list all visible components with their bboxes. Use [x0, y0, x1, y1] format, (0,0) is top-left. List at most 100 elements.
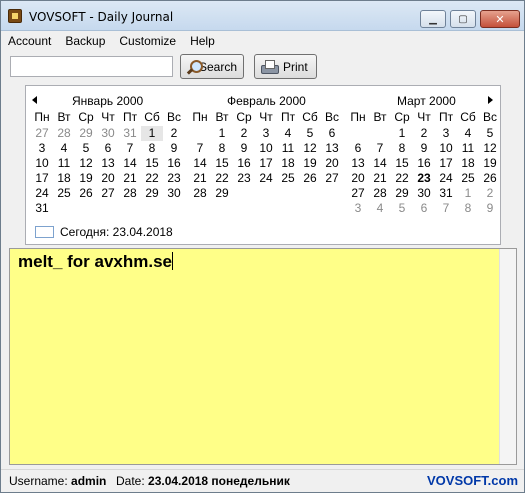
menu-help[interactable]: Help [183, 32, 222, 51]
calendar-day[interactable]: 4 [53, 141, 75, 156]
calendar-day[interactable]: 3 [347, 201, 369, 216]
calendar-day[interactable]: 24 [435, 171, 457, 186]
calendar-day[interactable]: 16 [233, 156, 255, 171]
calendar-day[interactable]: 13 [97, 156, 119, 171]
calendar-day[interactable]: 11 [457, 141, 479, 156]
calendar-day[interactable]: 31 [435, 186, 457, 201]
calendar-day[interactable]: 29 [141, 186, 163, 201]
calendar-day[interactable]: 6 [413, 201, 435, 216]
calendar-day[interactable]: 6 [321, 126, 343, 141]
menu-account[interactable]: Account [1, 32, 58, 51]
calendar-day[interactable]: 17 [31, 171, 53, 186]
calendar-day[interactable]: 7 [119, 141, 141, 156]
calendar-day[interactable]: 8 [211, 141, 233, 156]
calendar-day[interactable]: 28 [369, 186, 391, 201]
calendar-day[interactable]: 6 [97, 141, 119, 156]
calendar-day[interactable]: 14 [369, 156, 391, 171]
calendar-day[interactable]: 27 [31, 126, 53, 141]
calendar-day[interactable]: 1 [457, 186, 479, 201]
calendar-day[interactable]: 20 [97, 171, 119, 186]
calendar-day[interactable]: 16 [163, 156, 185, 171]
calendar-day[interactable]: 23 [413, 171, 435, 186]
calendar-day[interactable]: 29 [391, 186, 413, 201]
vertical-scrollbar[interactable] [499, 249, 516, 464]
calendar-day[interactable]: 4 [457, 126, 479, 141]
calendar-day[interactable]: 26 [299, 171, 321, 186]
calendar-day[interactable]: 17 [435, 156, 457, 171]
calendar-day[interactable]: 6 [347, 141, 369, 156]
menu-customize[interactable]: Customize [112, 32, 183, 51]
calendar-day[interactable]: 1 [211, 126, 233, 141]
calendar-day[interactable]: 1 [141, 126, 163, 141]
calendar-day[interactable]: 12 [75, 156, 97, 171]
close-button[interactable]: ✕ [480, 10, 520, 28]
calendar-day[interactable]: 11 [53, 156, 75, 171]
calendar-day[interactable]: 29 [75, 126, 97, 141]
calendar-day[interactable]: 2 [233, 126, 255, 141]
calendar-day[interactable]: 25 [53, 186, 75, 201]
calendar-day[interactable]: 9 [479, 201, 501, 216]
calendar-day[interactable]: 10 [435, 141, 457, 156]
calendar-day[interactable]: 24 [31, 186, 53, 201]
month-title[interactable]: Январь 2000 [72, 94, 143, 108]
calendar-day[interactable]: 18 [53, 171, 75, 186]
calendar-day[interactable]: 28 [189, 186, 211, 201]
calendar-day[interactable]: 4 [369, 201, 391, 216]
brand-link[interactable]: VOVSOFT.com [427, 473, 518, 488]
maximize-button[interactable]: ▢ [450, 10, 476, 28]
month-title[interactable]: Февраль 2000 [227, 94, 306, 108]
calendar-day[interactable]: 25 [457, 171, 479, 186]
calendar-day[interactable]: 31 [31, 201, 53, 216]
calendar-day[interactable]: 5 [299, 126, 321, 141]
calendar-day[interactable]: 13 [347, 156, 369, 171]
calendar-day[interactable]: 27 [347, 186, 369, 201]
calendar-day[interactable]: 14 [119, 156, 141, 171]
calendar-day[interactable]: 8 [457, 201, 479, 216]
calendar-day[interactable]: 2 [479, 186, 501, 201]
calendar-day[interactable]: 4 [277, 126, 299, 141]
calendar-day[interactable]: 18 [277, 156, 299, 171]
print-button[interactable]: Print [254, 54, 317, 79]
calendar-day[interactable]: 19 [299, 156, 321, 171]
calendar-day[interactable]: 18 [457, 156, 479, 171]
calendar-day[interactable]: 27 [321, 171, 343, 186]
calendar-day[interactable]: 7 [369, 141, 391, 156]
calendar-day[interactable]: 20 [347, 171, 369, 186]
calendar-day[interactable]: 2 [413, 126, 435, 141]
search-input[interactable] [10, 56, 173, 77]
calendar-day[interactable]: 12 [299, 141, 321, 156]
calendar-day[interactable]: 10 [31, 156, 53, 171]
title-bar[interactable]: VOVSOFT - Daily Journal ▁ ▢ ✕ [1, 1, 524, 31]
journal-text[interactable]: melt_ for avxhm.se [18, 252, 174, 272]
calendar-day[interactable]: 3 [435, 126, 457, 141]
calendar-day[interactable]: 15 [141, 156, 163, 171]
calendar-day[interactable]: 5 [75, 141, 97, 156]
calendar-day[interactable]: 30 [97, 126, 119, 141]
calendar-day[interactable]: 30 [413, 186, 435, 201]
calendar-day[interactable]: 9 [413, 141, 435, 156]
calendar-day[interactable]: 13 [321, 141, 343, 156]
calendar-day[interactable]: 28 [119, 186, 141, 201]
today-label[interactable]: Сегодня: 23.04.2018 [60, 225, 173, 239]
calendar-day[interactable]: 16 [413, 156, 435, 171]
previous-month-arrow-icon[interactable] [32, 96, 37, 104]
calendar-day[interactable]: 24 [255, 171, 277, 186]
calendar-day[interactable]: 3 [31, 141, 53, 156]
calendar-day[interactable]: 31 [119, 126, 141, 141]
calendar-day[interactable]: 19 [479, 156, 501, 171]
minimize-button[interactable]: ▁ [420, 10, 446, 28]
month-title[interactable]: Март 2000 [397, 94, 456, 108]
calendar-day[interactable]: 2 [163, 126, 185, 141]
calendar-day[interactable]: 14 [189, 156, 211, 171]
calendar-day[interactable]: 7 [435, 201, 457, 216]
calendar-day[interactable]: 22 [141, 171, 163, 186]
calendar-day[interactable]: 10 [255, 141, 277, 156]
calendar-day[interactable]: 15 [391, 156, 413, 171]
calendar-day[interactable]: 9 [233, 141, 255, 156]
menu-backup[interactable]: Backup [58, 32, 112, 51]
search-button[interactable]: Search [180, 54, 244, 79]
calendar-day[interactable]: 23 [233, 171, 255, 186]
calendar-day[interactable]: 9 [163, 141, 185, 156]
calendar-day[interactable]: 3 [255, 126, 277, 141]
calendar-day[interactable]: 22 [211, 171, 233, 186]
